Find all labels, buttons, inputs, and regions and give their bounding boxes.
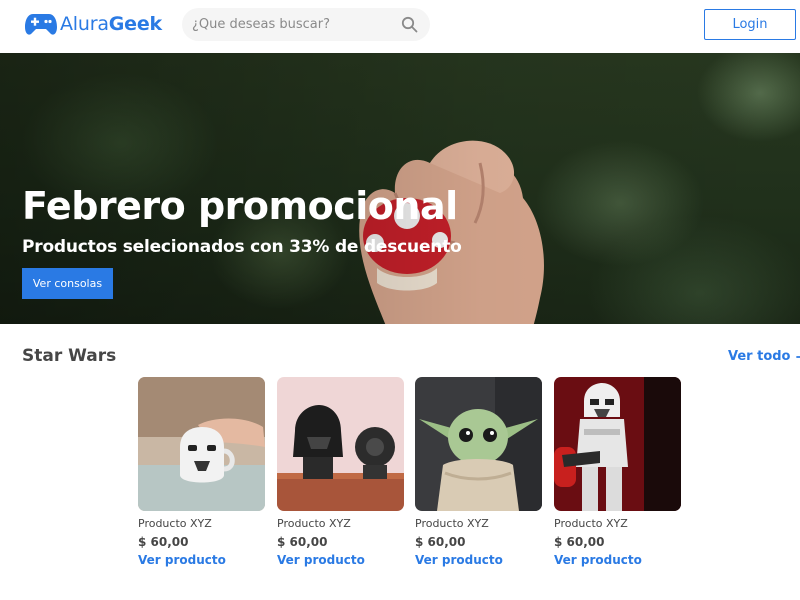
logo[interactable]: AluraGeek [25, 11, 162, 37]
product-name: Producto XYZ [277, 517, 351, 530]
product-name: Producto XYZ [554, 517, 628, 530]
product-card: Producto XYZ $ 60,00 Ver producto [554, 377, 681, 567]
logo-text: AluraGeek [60, 13, 162, 35]
product-price: $ 60,00 [138, 535, 189, 549]
search-bar [182, 8, 430, 41]
see-all-label: Ver todo [728, 349, 791, 364]
logo-prefix: Alura [60, 13, 109, 35]
hero-subtitle: Productos selecionados con 33% de descue… [22, 237, 462, 257]
product-name: Producto XYZ [138, 517, 212, 530]
gamepad-icon [25, 14, 57, 35]
product-image[interactable] [415, 377, 542, 511]
product-image[interactable] [554, 377, 681, 511]
product-name: Producto XYZ [415, 517, 489, 530]
see-consoles-button[interactable]: Ver consolas [22, 268, 113, 299]
product-price: $ 60,00 [277, 535, 328, 549]
hero-banner: Febrero promocional Productos selecionad… [0, 53, 800, 324]
search-input[interactable] [192, 8, 392, 41]
login-button[interactable]: Login [704, 9, 796, 40]
view-product-link[interactable]: Ver producto [277, 553, 365, 567]
section-title: Star Wars [22, 346, 117, 366]
arrow-right-icon [795, 355, 800, 358]
search-icon[interactable] [401, 16, 418, 33]
site-header: AluraGeek Login [0, 0, 800, 53]
product-card: Producto XYZ $ 60,00 Ver producto [138, 377, 265, 567]
see-all-link[interactable]: Ver todo [728, 349, 800, 364]
hero-title: Febrero promocional [22, 184, 458, 228]
view-product-link[interactable]: Ver producto [554, 553, 642, 567]
product-image[interactable] [277, 377, 404, 511]
product-card: Producto XYZ $ 60,00 Ver producto [277, 377, 404, 567]
product-card: Producto XYZ $ 60,00 Ver producto [415, 377, 542, 567]
logo-suffix: Geek [108, 13, 162, 35]
product-price: $ 60,00 [554, 535, 605, 549]
product-price: $ 60,00 [415, 535, 466, 549]
view-product-link[interactable]: Ver producto [138, 553, 226, 567]
product-image[interactable] [138, 377, 265, 511]
view-product-link[interactable]: Ver producto [415, 553, 503, 567]
